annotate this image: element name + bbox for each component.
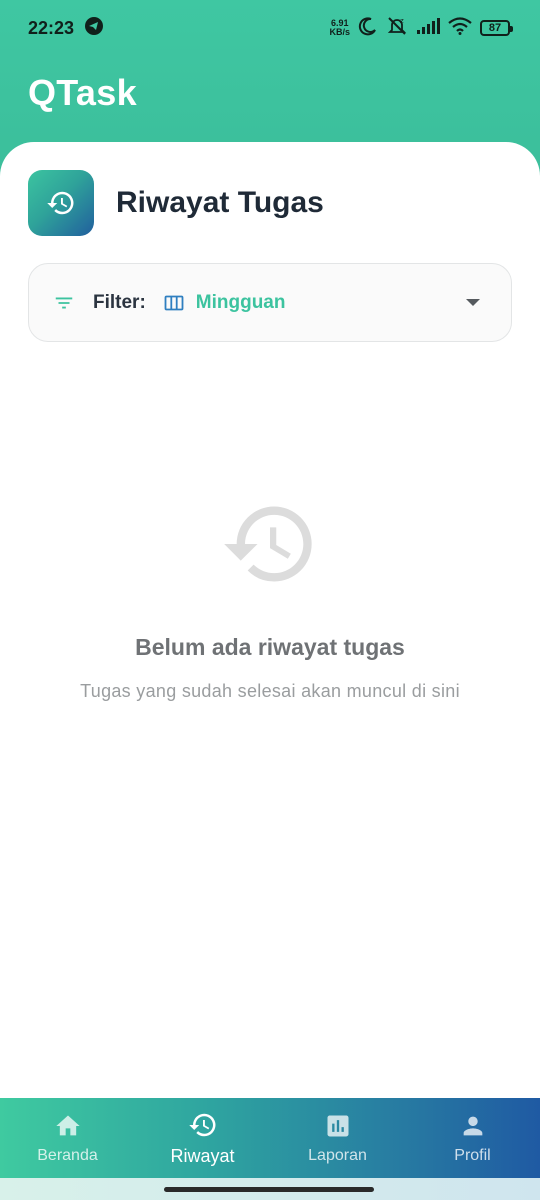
moon-icon <box>358 16 378 41</box>
nav-item-profil[interactable]: Profil <box>405 1098 540 1178</box>
bottom-navigation: Beranda Riwayat Laporan Profil <box>0 1098 540 1178</box>
app-title: QTask <box>28 72 137 113</box>
dropdown-arrow-icon <box>463 293 483 313</box>
home-gesture-bar[interactable] <box>164 1187 374 1192</box>
status-right: 6.91 KB/s z 87 <box>329 16 513 41</box>
page-header: Riwayat Tugas <box>28 170 324 236</box>
status-bar: 22:23 6.91 KB/s z 87 <box>0 0 540 56</box>
svg-text:z: z <box>400 17 404 25</box>
home-icon <box>53 1111 83 1141</box>
network-speed: 6.91 KB/s <box>329 19 350 37</box>
filter-dropdown[interactable]: Filter: Mingguan <box>28 263 512 342</box>
nav-item-beranda[interactable]: Beranda <box>0 1098 135 1178</box>
signal-icon <box>416 17 440 39</box>
gesture-navigation-area <box>0 1178 540 1200</box>
view-week-icon <box>164 293 184 313</box>
history-icon <box>220 494 320 594</box>
history-icon <box>28 170 94 236</box>
nav-label-laporan: Laporan <box>308 1147 367 1164</box>
bell-off-icon: z <box>386 16 408 41</box>
nav-label-profil: Profil <box>454 1147 491 1164</box>
empty-state-title: Belum ada riwayat tugas <box>135 634 405 660</box>
wifi-icon <box>448 16 472 40</box>
telegram-icon <box>84 16 104 41</box>
filter-icon <box>53 292 75 314</box>
empty-state-subtitle: Tugas yang sudah selesai akan muncul di … <box>80 681 460 701</box>
page-title: Riwayat Tugas <box>116 186 324 219</box>
network-speed-unit: KB/s <box>329 27 350 37</box>
nav-item-laporan[interactable]: Laporan <box>270 1098 405 1178</box>
history-icon <box>188 1110 218 1140</box>
nav-label-riwayat: Riwayat <box>170 1145 235 1166</box>
status-left: 22:23 <box>28 16 104 41</box>
filter-selected-value: Mingguan <box>195 291 286 313</box>
bar-chart-icon <box>323 1111 353 1141</box>
status-time: 22:23 <box>28 17 75 38</box>
battery-indicator: 87 <box>480 20 513 36</box>
nav-label-beranda: Beranda <box>37 1147 98 1164</box>
nav-item-riwayat[interactable]: Riwayat <box>135 1098 270 1178</box>
screen: 22:23 6.91 KB/s z 87 QTask Riwayat Tugas… <box>0 0 540 1200</box>
empty-state: Belum ada riwayat tugas Tugas yang sudah… <box>0 494 540 702</box>
person-icon <box>458 1111 488 1141</box>
filter-label: Filter: <box>93 291 146 313</box>
